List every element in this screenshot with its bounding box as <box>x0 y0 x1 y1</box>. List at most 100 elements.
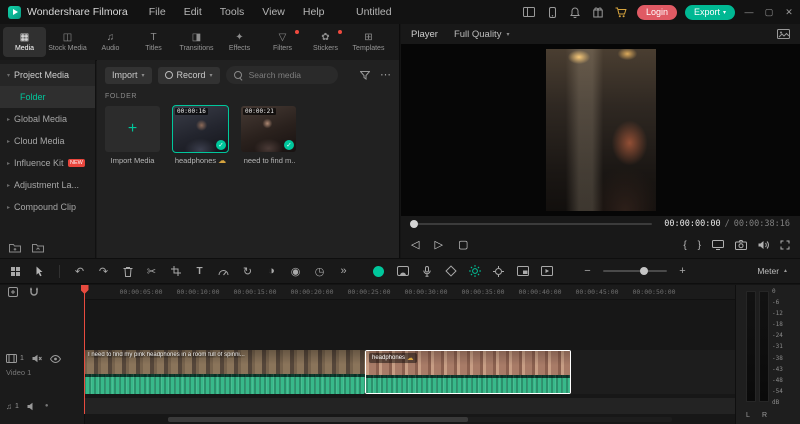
sidebar-item-influence-kit[interactable]: ▸ Influence Kit NEW <box>0 152 95 174</box>
mask-icon[interactable] <box>395 263 410 279</box>
tab-templates[interactable]: ⊞ Templates <box>347 27 390 57</box>
keyframe-icon[interactable] <box>443 263 458 279</box>
mark-out-button[interactable]: } <box>698 240 701 251</box>
render-preview-icon[interactable] <box>539 263 554 279</box>
tab-filters[interactable]: ▽ Filters <box>261 27 304 57</box>
motion-track-icon[interactable] <box>491 263 506 279</box>
seek-bar[interactable] <box>410 220 653 228</box>
tab-effects[interactable]: ✦ Effects <box>218 27 261 57</box>
media-item-find-headphones[interactable]: 00:00:21 ✓ I need to find m... <box>241 106 296 165</box>
snapshot-camera-icon[interactable] <box>735 240 747 250</box>
sidebar-item-global-media[interactable]: ▸ Global Media <box>0 108 95 130</box>
crop-icon[interactable] <box>168 263 183 279</box>
mark-in-button[interactable]: { <box>683 240 686 251</box>
headphones-thumbnail[interactable]: 00:00:16 ✓ <box>172 105 229 153</box>
pip-icon[interactable] <box>515 263 530 279</box>
seek-handle[interactable] <box>410 220 418 228</box>
filter-icon[interactable] <box>360 70 370 80</box>
close-button[interactable]: ✕ <box>783 7 795 18</box>
sidebar-item-project-media[interactable]: ▾ Project Media <box>0 64 95 86</box>
tab-stickers[interactable]: ✿ Stickers <box>304 27 347 57</box>
record-arm-icon[interactable]: ● <box>45 403 49 409</box>
select-tool-icon[interactable] <box>32 263 47 279</box>
voiceover-mic-icon[interactable] <box>419 263 434 279</box>
find-headphones-thumbnail[interactable]: 00:00:21 ✓ <box>241 106 296 152</box>
undo-icon[interactable]: ↶ <box>72 263 87 279</box>
menu-tools[interactable]: Tools <box>211 6 254 18</box>
hide-track-eye-icon[interactable] <box>49 354 61 363</box>
redo-icon[interactable]: ↷ <box>96 263 111 279</box>
display-device-icon[interactable] <box>712 240 724 250</box>
import-button[interactable]: Import ▾ <box>105 66 152 84</box>
sidebar-item-compound-clip[interactable]: ▸ Compound Clip <box>0 196 95 218</box>
timeline-clip-find-headphones[interactable]: I need to find my pink headphones in a r… <box>84 350 365 394</box>
snap-magnet-icon[interactable] <box>29 287 39 297</box>
cart-icon[interactable] <box>614 5 629 20</box>
volume-icon[interactable] <box>758 240 769 250</box>
more-options-icon[interactable]: ⋯ <box>380 69 391 81</box>
stop-button[interactable]: ▢ <box>458 239 468 251</box>
duration-timer-icon[interactable]: ◷ <box>312 263 327 279</box>
menu-view[interactable]: View <box>253 6 294 18</box>
sidebar-item-folder[interactable]: Folder <box>0 86 95 108</box>
menu-file[interactable]: File <box>140 6 175 18</box>
record-button[interactable]: Record ▾ <box>157 66 220 84</box>
new-folder-icon[interactable] <box>9 243 21 253</box>
auto-enhance-icon[interactable] <box>467 263 482 279</box>
zoom-slider-handle[interactable] <box>640 267 649 275</box>
preview-settings-icon[interactable] <box>777 29 790 39</box>
tab-audio[interactable]: ♫ Audio <box>89 27 132 57</box>
zoom-out-icon[interactable]: − <box>580 263 595 279</box>
delete-icon[interactable] <box>120 263 135 279</box>
media-item-import[interactable]: + Import Media <box>105 106 160 165</box>
tab-media[interactable]: ▦ Media <box>3 27 46 57</box>
play-button[interactable]: ▷ <box>434 239 442 251</box>
timeline-scrollbar-handle[interactable] <box>168 417 468 422</box>
tab-transitions[interactable]: ◨ Transitions <box>175 27 218 57</box>
zoom-slider[interactable] <box>603 267 667 275</box>
more-tools-icon[interactable]: » <box>336 263 351 279</box>
clip-title-chip: headphones ☁ <box>369 353 417 363</box>
gift-icon[interactable] <box>591 5 606 20</box>
collapse-folders-icon[interactable] <box>32 243 44 253</box>
split-scissors-icon[interactable]: ✂ <box>144 263 159 279</box>
login-button[interactable]: Login <box>636 4 677 20</box>
menu-edit[interactable]: Edit <box>175 6 211 18</box>
tab-titles[interactable]: T Titles <box>132 27 175 57</box>
timeline-clip-headphones[interactable]: headphones ☁ <box>365 350 571 394</box>
media-item-headphones[interactable]: 00:00:16 ✓ headphones ☁ <box>172 105 229 165</box>
sidebar-item-adjustment-layer[interactable]: ▸ Adjustment La... <box>0 174 95 196</box>
mute-audio-icon[interactable] <box>27 402 37 411</box>
minimize-button[interactable]: — <box>743 7 755 17</box>
media-view-grid-icon[interactable] <box>8 263 23 279</box>
timeline-scrollbar[interactable] <box>168 417 672 422</box>
export-button[interactable]: Export ▾ <box>684 4 735 20</box>
playhead[interactable] <box>84 285 85 414</box>
sidebar-item-cloud-media[interactable]: ▸ Cloud Media <box>0 130 95 152</box>
add-track-icon[interactable] <box>8 287 18 297</box>
speed-ramp-icon[interactable] <box>216 263 231 279</box>
maximize-button[interactable]: ▢ <box>763 7 775 18</box>
screen-record-icon[interactable]: ◉ <box>288 263 303 279</box>
record-icon <box>164 71 173 79</box>
tab-stock-media[interactable]: ◫ Stock Media <box>46 27 89 57</box>
mobile-device-icon[interactable] <box>545 5 560 20</box>
color-correction-icon[interactable]: ◑ <box>264 263 279 279</box>
zoom-in-icon[interactable]: + <box>675 263 690 279</box>
workspace-layout-icon[interactable] <box>522 5 537 20</box>
search-box[interactable] <box>225 66 338 84</box>
timeline-ruler[interactable]: 00:00:05:00 00:00:10:00 00:00:15:00 00:0… <box>84 285 736 300</box>
search-input[interactable] <box>246 69 325 81</box>
previous-frame-button[interactable]: ◁ <box>411 239 419 251</box>
fullscreen-icon[interactable] <box>780 240 790 250</box>
mute-track-icon[interactable] <box>32 354 42 363</box>
meter-toggle[interactable]: Meter ▲ <box>757 266 792 276</box>
rotate-icon[interactable]: ↻ <box>240 263 255 279</box>
import-media-tile[interactable]: + <box>105 106 160 152</box>
timecode: 00:00:00:00 / 00:00:38:16 <box>664 219 790 229</box>
chroma-key-icon[interactable] <box>371 263 386 279</box>
text-tool-icon[interactable]: T <box>192 263 207 279</box>
menu-help[interactable]: Help <box>294 6 334 18</box>
notifications-bell-icon[interactable] <box>568 5 583 20</box>
quality-dropdown[interactable]: Full Quality ▾ <box>454 29 510 40</box>
